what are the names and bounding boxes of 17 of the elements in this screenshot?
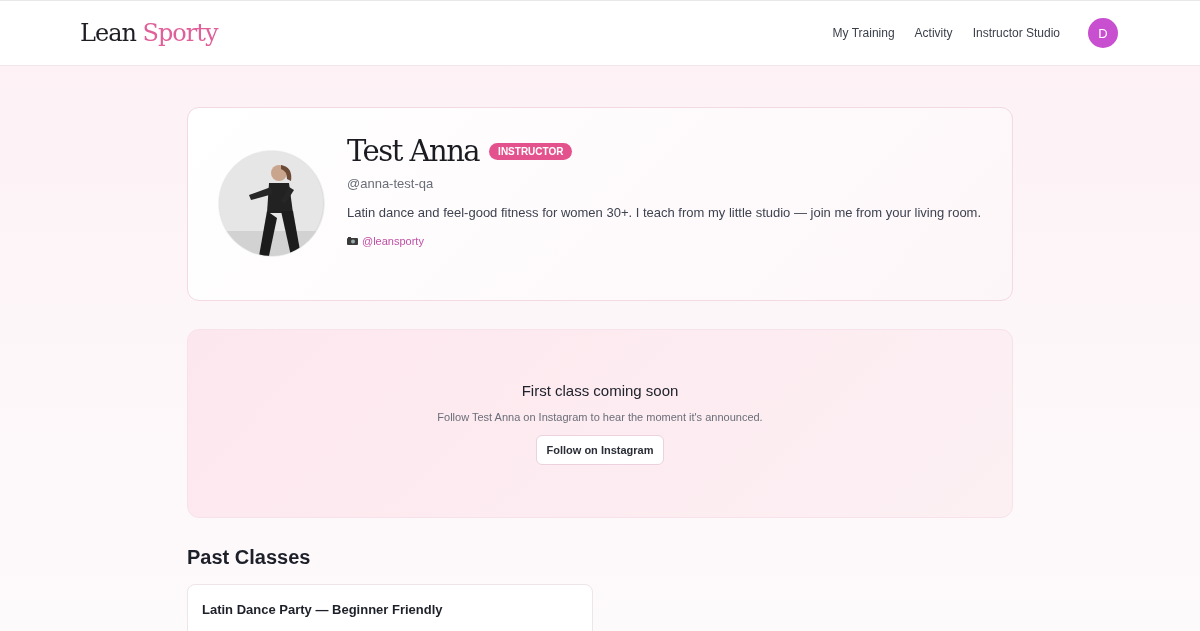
user-avatar[interactable]: D [1088,18,1118,48]
class-title: Latin Dance Party — Beginner Friendly [202,602,443,617]
announcement-title: First class coming soon [521,382,679,399]
username: @anna-test-qa [347,176,435,191]
nav-link[interactable]: My Training [832,26,895,40]
instructor-name: Test Anna [347,134,480,168]
bio-text: Latin dance and feel-good fitness for women 30+. I teach from my little studio — join me from your living room. [347,204,982,222]
instagram-link[interactable]: @leansporty [362,235,424,247]
class-card[interactable]: Latin Dance Party — Beginner Friendly [187,584,593,631]
nav-link[interactable]: Instructor Studio [972,26,1060,40]
follow-button[interactable]: Follow on Instagram [535,435,665,465]
logo[interactable]: Lean Sporty [80,19,218,47]
camera-icon [347,237,358,245]
nav-link[interactable]: Activity [914,26,953,40]
section-heading: Past Classes [187,546,312,569]
announcement-text: Follow Test Anna on Instagram to hear the moment it's announced. [437,411,763,423]
role-badge: INSTRUCTOR [489,142,573,160]
